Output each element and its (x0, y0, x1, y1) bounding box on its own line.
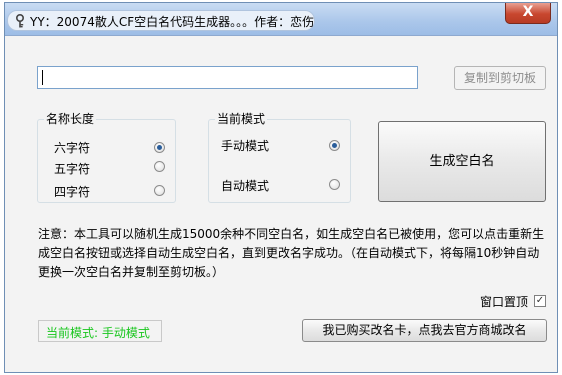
length-option-six-radio[interactable] (154, 142, 165, 153)
mode-manual-radio[interactable] (329, 140, 340, 151)
window-title: YY：20074散人CF空白名代码生成器。。。作者：恋伤 (30, 15, 315, 29)
title-bar[interactable]: YY：20074散人CF空白名代码生成器。。。作者：恋伤 X (5, 3, 557, 36)
key-icon (16, 14, 24, 28)
blank-name-output[interactable] (37, 66, 418, 89)
checkmark-icon: ✓ (535, 295, 545, 306)
mode-auto-radio[interactable] (329, 179, 340, 190)
length-option-five-label: 五字符 (54, 162, 91, 176)
close-button[interactable]: X (505, 3, 551, 24)
main-window: YY：20074散人CF空白名代码生成器。。。作者：恋伤 X 复制到剪切板 名称… (4, 2, 558, 373)
length-option-four-label: 四字符 (54, 185, 91, 199)
window-topmost-checkbox[interactable]: ✓ (534, 295, 546, 307)
title-pill: YY：20074散人CF空白名代码生成器。。。作者：恋伤 (7, 10, 315, 31)
status-panel: 当前模式: 手动模式 (38, 320, 162, 342)
length-option-four-radio[interactable] (154, 185, 165, 196)
usage-note: 注意：本工具可以随机生成15000余种不同空白名，如生成空白名已被使用，您可以点… (38, 227, 545, 279)
text-caret (42, 70, 43, 85)
mode-legend: 当前模式 (215, 112, 268, 126)
mode-group: 当前模式 手动模式 自动模式 (208, 112, 351, 203)
length-option-five-radio[interactable] (154, 161, 165, 172)
mode-manual-label: 手动模式 (221, 139, 270, 153)
mode-auto-label: 自动模式 (221, 179, 270, 193)
length-option-six-label: 六字符 (54, 141, 91, 155)
generate-blank-name-button[interactable]: 生成空白名 (378, 121, 546, 202)
name-length-group: 名称长度 六字符 五字符 四字符 (37, 112, 176, 203)
buy-rename-card-button[interactable]: 我已购买改名卡，点我去官方商城改名 (302, 319, 547, 342)
window-topmost-label: 窗口置顶 (480, 295, 529, 309)
current-mode-status: 当前模式: 手动模式 (46, 326, 150, 340)
copy-to-clipboard-button[interactable]: 复制到剪切板 (454, 66, 546, 90)
name-length-legend: 名称长度 (44, 112, 97, 126)
